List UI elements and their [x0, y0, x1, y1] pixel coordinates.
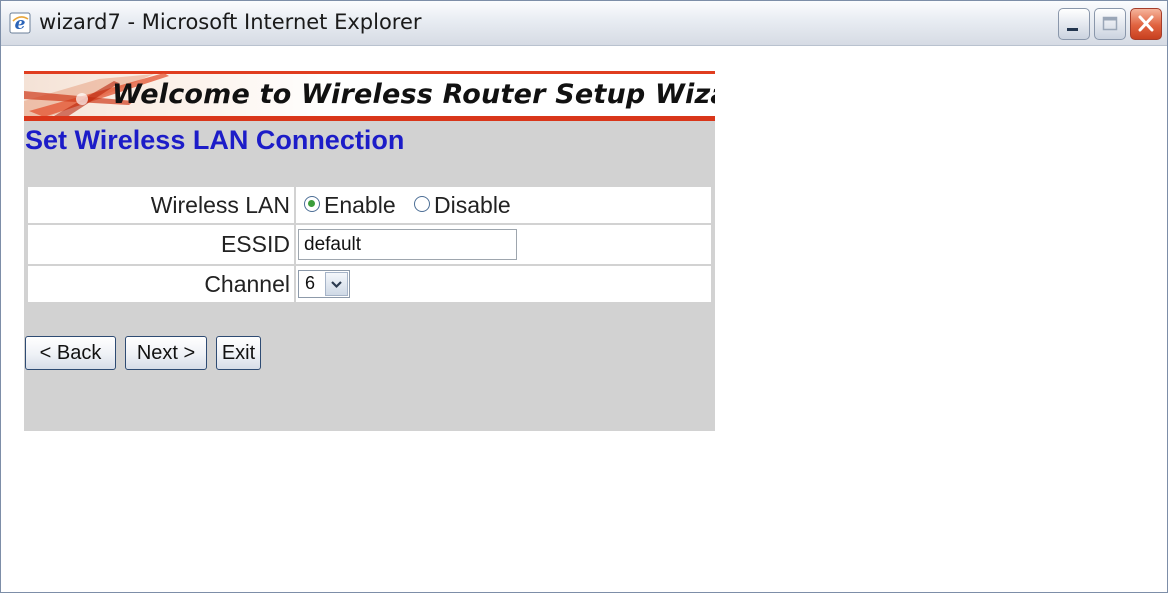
exit-button[interactable]: Exit: [216, 336, 261, 370]
channel-select-value: 6: [305, 273, 316, 294]
enable-radio[interactable]: [304, 196, 320, 213]
title-bar[interactable]: e wizard7 - Microsoft Internet Explorer: [1, 1, 1167, 46]
channel-label: Channel: [26, 264, 296, 304]
wizard-banner: Welcome to Wireless Router Setup Wizard: [24, 71, 715, 121]
channel-dropdown-button[interactable]: [325, 272, 348, 297]
maximize-button[interactable]: [1094, 8, 1126, 40]
back-button[interactable]: < Back: [25, 336, 116, 370]
close-icon: [1138, 15, 1154, 32]
disable-radio-label[interactable]: Disable: [434, 192, 511, 218]
minimize-icon: [1067, 28, 1078, 31]
channel-cell: 6: [294, 264, 713, 304]
chevron-down-icon: [331, 281, 342, 289]
close-button[interactable]: [1130, 8, 1162, 40]
wireless-lan-label: Wireless LAN: [26, 185, 296, 225]
maximize-icon: [1102, 16, 1118, 31]
browser-window: e wizard7 - Microsoft Internet Explorer: [0, 0, 1168, 593]
essid-input[interactable]: default: [298, 229, 517, 260]
next-button[interactable]: Next >: [125, 336, 207, 370]
enable-radio-label[interactable]: Enable: [324, 192, 396, 218]
channel-select[interactable]: 6: [298, 270, 350, 299]
disable-radio[interactable]: [414, 196, 431, 213]
minimize-button[interactable]: [1058, 8, 1090, 40]
banner-title: Welcome to Wireless Router Setup Wizard: [112, 79, 715, 110]
table-row: Wireless LAN Enable Disable: [26, 185, 713, 225]
table-row: ESSID default: [26, 223, 713, 266]
section-title: Set Wireless LAN Connection: [25, 125, 405, 155]
internet-explorer-icon: e: [9, 12, 31, 34]
page-content: Welcome to Wireless Router Setup Wizard …: [6, 46, 1163, 589]
essid-cell: default: [294, 223, 713, 266]
window-title: wizard7 - Microsoft Internet Explorer: [39, 10, 422, 34]
wireless-lan-options: Enable Disable: [294, 185, 713, 225]
wizard-panel: Set Wireless LAN Connection Wireless LAN…: [24, 121, 715, 431]
table-row: Channel 6: [26, 264, 713, 304]
essid-label: ESSID: [26, 223, 296, 266]
wireless-settings-table: Wireless LAN Enable Disable ESSID defaul…: [26, 185, 713, 304]
